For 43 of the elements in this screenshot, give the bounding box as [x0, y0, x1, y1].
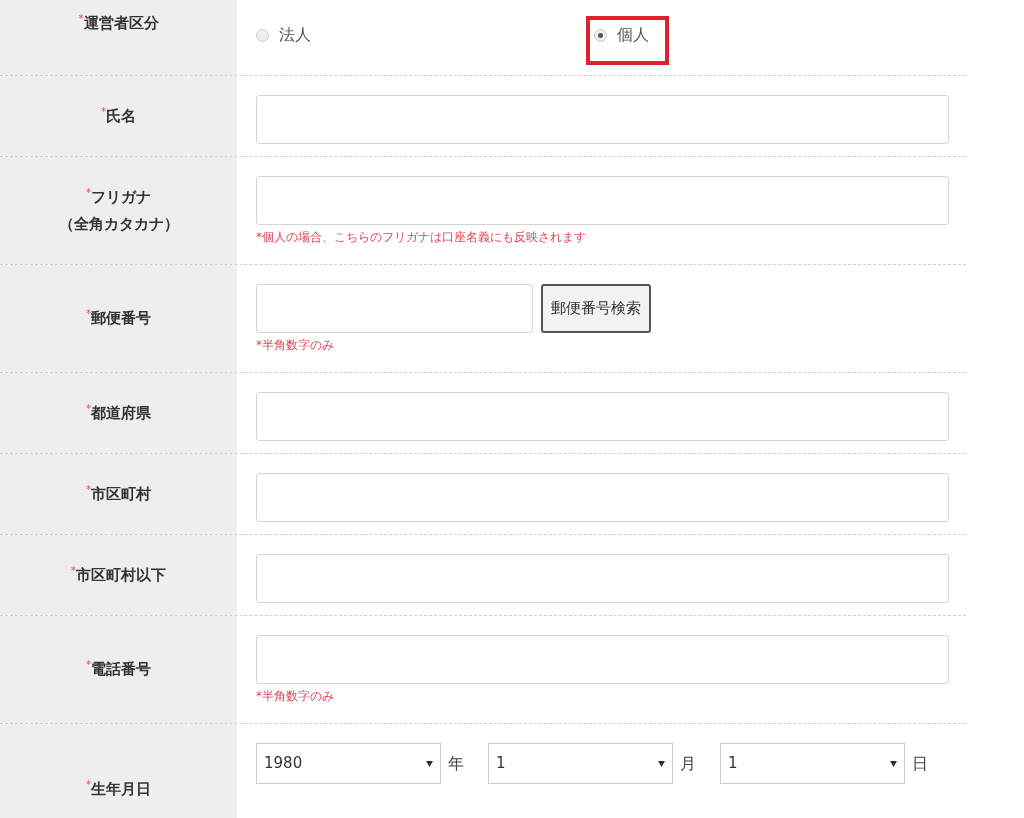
field-label: 電話番号	[91, 659, 151, 681]
caret-icon	[658, 760, 665, 767]
input-field[interactable]	[256, 635, 949, 684]
unit-label: 年	[448, 752, 464, 775]
required-mark: *	[86, 401, 91, 414]
input-field[interactable]	[256, 554, 949, 603]
required-mark: *	[86, 777, 91, 790]
caret-icon	[890, 760, 897, 767]
required-mark: *	[86, 482, 91, 495]
hint-text: *半角数字のみ	[256, 338, 334, 353]
field-label: 生年月日	[91, 778, 151, 800]
input-field[interactable]	[256, 176, 949, 225]
field-label: 都道府県	[91, 402, 151, 424]
required-mark: *	[71, 563, 76, 576]
select-field[interactable]: 1	[720, 743, 905, 784]
unit-label: 月	[680, 752, 696, 775]
hint-text: *半角数字のみ	[256, 689, 334, 704]
field-label: 郵便番号	[91, 308, 151, 330]
select-field[interactable]: 1	[488, 743, 673, 784]
field-label: 運営者区分	[83, 13, 159, 34]
field-label: フリガナ	[91, 187, 151, 208]
field-label: 市区町村	[91, 483, 151, 505]
required-mark: *	[86, 658, 91, 671]
required-mark: *	[101, 104, 106, 117]
field-sublabel: （全角カタカナ）	[58, 213, 179, 235]
input-field[interactable]	[256, 392, 949, 441]
radio-button[interactable]	[594, 28, 607, 42]
required-mark: *	[78, 12, 84, 26]
input-field[interactable]	[256, 473, 949, 522]
radio-option[interactable]: 個人	[586, 16, 669, 65]
radio-button[interactable]	[256, 28, 269, 42]
input-field[interactable]	[256, 95, 949, 144]
select-field[interactable]: 1980	[256, 743, 441, 784]
unit-label: 日	[912, 752, 928, 775]
postal-search-button[interactable]: 郵便番号検索	[541, 284, 651, 333]
radio-option[interactable]: 法人	[256, 20, 311, 47]
caret-icon	[426, 760, 433, 767]
field-label: 市区町村以下	[76, 564, 166, 586]
input-field[interactable]	[256, 284, 533, 333]
required-mark: *	[86, 186, 91, 198]
hint-text: *個人の場合、こちらのフリガナは口座名義にも反映されます	[256, 230, 586, 245]
field-label: 氏名	[106, 105, 136, 127]
required-mark: *	[86, 307, 91, 320]
